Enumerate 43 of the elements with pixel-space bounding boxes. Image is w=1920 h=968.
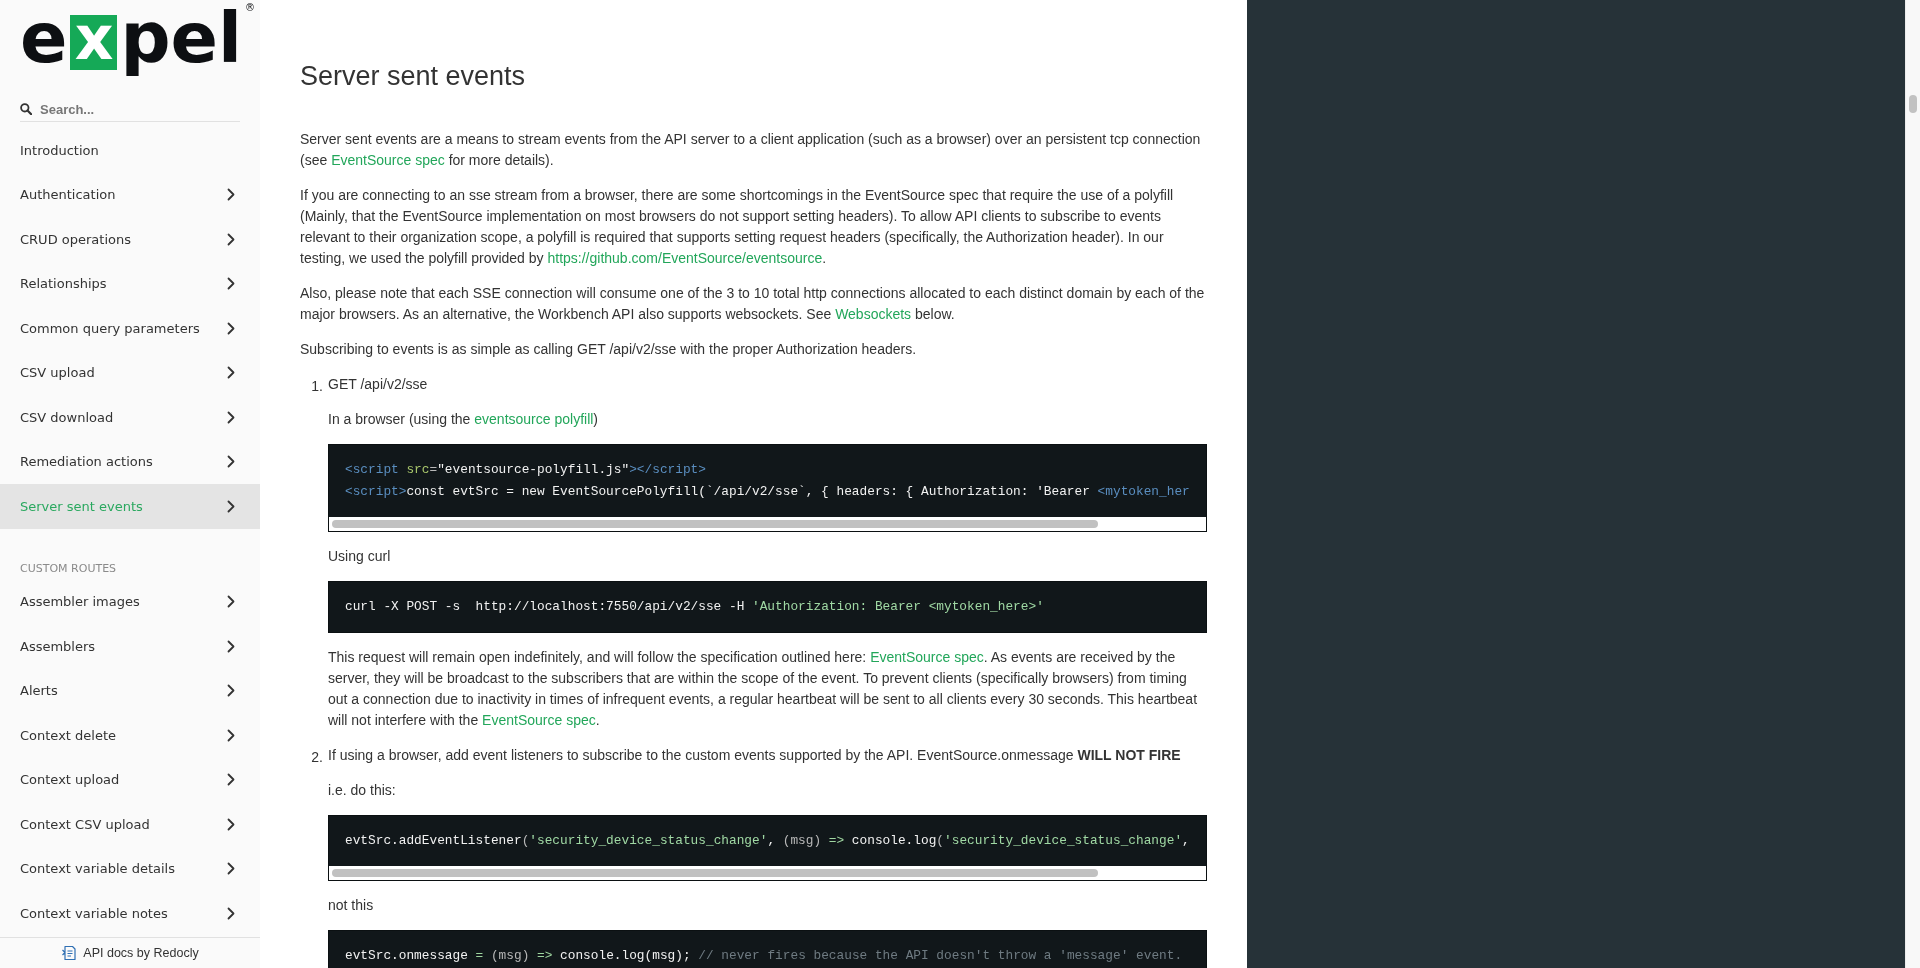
paragraph: Using curl <box>328 547 392 566</box>
list-number: 1. <box>311 378 323 394</box>
sidebar-item[interactable]: Alerts <box>0 668 260 713</box>
sidebar-item[interactable]: Context delete <box>0 713 260 758</box>
code-line: <script src="eventsource-polyfill.js"></script> <box>345 461 706 479</box>
search-field[interactable]: Search... <box>40 98 240 120</box>
paragraph: Server sent events are a means to stream events from the API server to a client application (such as a browser) over an persistent tcp connection (see EventSource spec for more details). <box>300 130 1202 170</box>
search-icon <box>20 103 32 115</box>
page-scrollbar-thumb[interactable] <box>1909 95 1917 113</box>
paragraph: not this <box>328 896 375 915</box>
sidebar-item[interactable]: Assembler images <box>0 579 260 624</box>
page-title: Server sent events <box>300 60 526 92</box>
paragraph: If using a browser, add event listeners to subscribe to the custom events supported by the API. EventSource.onmessage WILL NOT FIRE <box>328 746 1182 765</box>
redocly-link[interactable]: API docs by Redocly <box>61 943 199 963</box>
paragraph: Subscribing to events is as simple as calling GET /api/v2/sse with the proper Authorization headers. <box>300 340 918 359</box>
sidebar-item[interactable]: Context CSV upload <box>0 802 260 847</box>
code-line: evtSrc.addEventListener('security_device_status_change', (msg) => console.log('security_device_status_change', <box>345 832 1190 850</box>
code-line: evtSrc.onmessage = (msg) => console.log(msg); // never fires because the API doesn't throw a 'message' event. <box>345 947 1183 965</box>
sidebar-item[interactable]: Context upload <box>0 757 260 802</box>
document-icon <box>61 945 78 961</box>
sidebar-item[interactable]: Context variable notes <box>0 891 260 936</box>
sidebar-item[interactable]: Remediation actions <box>0 439 260 484</box>
sidebar-item[interactable]: CSV upload <box>0 350 260 395</box>
code-line: <script>const evtSrc = new EventSourcePolyfill(`/api/v2/sse`, { headers: { Authorization: 'Bearer <mytoken_her <box>345 483 1190 501</box>
sidebar-item[interactable]: Authentication <box>0 172 260 217</box>
code-scrollbar-thumb[interactable] <box>332 520 1099 528</box>
sidebar-item[interactable]: CRUD operations <box>0 217 260 262</box>
sidebar-item[interactable]: Context variable details <box>0 846 260 891</box>
code-scrollbar-thumb[interactable] <box>332 869 1099 877</box>
code-line: curl -X POST -s http://localhost:7550/api/v2/sse -H 'Authorization: Bearer <mytoken_here>' <box>345 598 1044 616</box>
paragraph: GET /api/v2/sse <box>328 375 429 394</box>
paragraph: In a browser (using the eventsource polyfill) <box>328 410 600 429</box>
section-label: CUSTOM ROUTES <box>20 561 117 575</box>
list-number: 2. <box>311 749 323 765</box>
paragraph: This request will remain open indefinitely, and will follow the specification outlined here: EventSource spec. As events are received by the server, they will be broadcast to the subscribers that are within the scope of the event. To prevent clients (specifically browsers) from timing out a connection due to inactivity in times of infrequent events, a regular heartbeat will be sent to all clients every 30 seconds. This heartbeat will not interfere with the EventSource spec. <box>328 648 1199 730</box>
sidebar-item[interactable]: Common query parameters <box>0 306 260 351</box>
sidebar-item[interactable]: CSV download <box>0 395 260 440</box>
paragraph: i.e. do this: <box>328 781 397 800</box>
sidebar-item[interactable]: Assemblers <box>0 624 260 669</box>
sidebar-item[interactable]: Introduction <box>0 128 260 173</box>
sidebar-item[interactable]: Relationships <box>0 261 260 306</box>
paragraph: Also, please note that each SSE connection will consume one of the 3 to 10 total http connections allocated to each distinct domain by each of the major browsers. As an alternative, the Workbench API also supports websockets. See Websockets below. <box>300 284 1206 324</box>
paragraph: If you are connecting to an sse stream from a browser, there are some shortcomings in the EventSource spec that require the use of a polyfill (Mainly, that the EventSource implementation on most browsers do not support setting headers). To allow API clients to subscribe to events relevant to their organization scope, a polyfill is required that supports setting request headers (specifically, the Authorization header). In our testing, we used the polyfill provided by https://github.com/EventSource/eventsource. <box>300 186 1175 268</box>
